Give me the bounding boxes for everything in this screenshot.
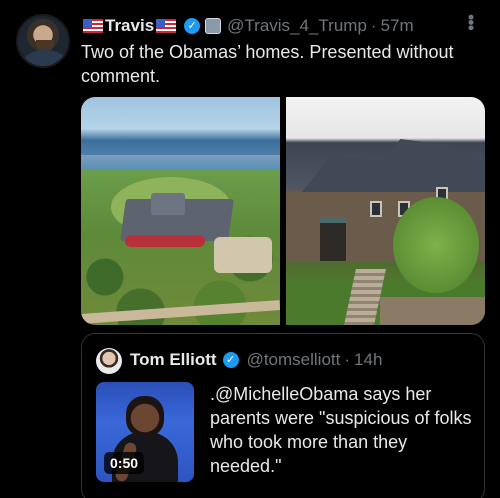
tweet-text: Two of the Obamas’ homes. Presented with…	[81, 42, 454, 86]
quoted-author-display-name[interactable]: Tom Elliott	[130, 350, 217, 370]
photo-house-wing	[151, 193, 185, 215]
stone-house-photo[interactable]	[286, 97, 485, 325]
verified-badge-icon[interactable]: ✓	[222, 352, 239, 368]
photo-flowers	[125, 235, 205, 247]
quoted-video-thumbnail[interactable]: 0:50	[96, 382, 194, 482]
author-handle[interactable]: @Travis_4_Trump	[227, 16, 367, 36]
separator-dot: ·	[344, 350, 351, 369]
quoted-tweet-timestamp[interactable]: 14h	[354, 350, 382, 370]
verified-badge-icon[interactable]: ✓	[184, 18, 201, 34]
photo-window	[370, 201, 382, 217]
aerial-estate-photo[interactable]	[81, 97, 280, 325]
quoted-author-handle[interactable]: @tomselliott	[247, 350, 341, 370]
video-person-head	[126, 396, 164, 436]
photo-low-wall	[380, 297, 485, 325]
tweet-timestamp[interactable]: 57m	[381, 16, 414, 36]
video-duration-badge: 0:50	[104, 452, 145, 474]
photo-tree	[393, 197, 479, 293]
photo-shoreline	[81, 155, 280, 169]
more-options-icon[interactable]: •••	[461, 14, 481, 30]
avatar-shirt	[24, 50, 66, 66]
photo-driveway	[214, 237, 272, 273]
quoted-tweet-header: Tom Elliott ✓ @tomselliott · 14h	[130, 350, 382, 370]
affiliate-badge-icon[interactable]	[205, 18, 222, 34]
quoted-tweet-text: .@MichelleObama says her parents were "s…	[210, 384, 472, 476]
author-display-name[interactable]: Travis	[105, 16, 154, 36]
photo-roof	[296, 139, 485, 199]
quoted-tweet-card[interactable]: Tom Elliott ✓ @tomselliott · 14h 0:50 .@…	[81, 333, 485, 498]
tweet-media-grid	[81, 97, 485, 325]
author-avatar[interactable]	[16, 14, 70, 68]
separator-dot: ·	[370, 16, 377, 35]
us-flag-icon	[83, 19, 103, 33]
tweet-header: Travis ✓ @Travis_4_Trump · 57m	[81, 16, 414, 36]
photo-door	[320, 217, 346, 261]
us-flag-icon	[156, 19, 177, 33]
quoted-author-avatar[interactable]	[96, 348, 122, 374]
